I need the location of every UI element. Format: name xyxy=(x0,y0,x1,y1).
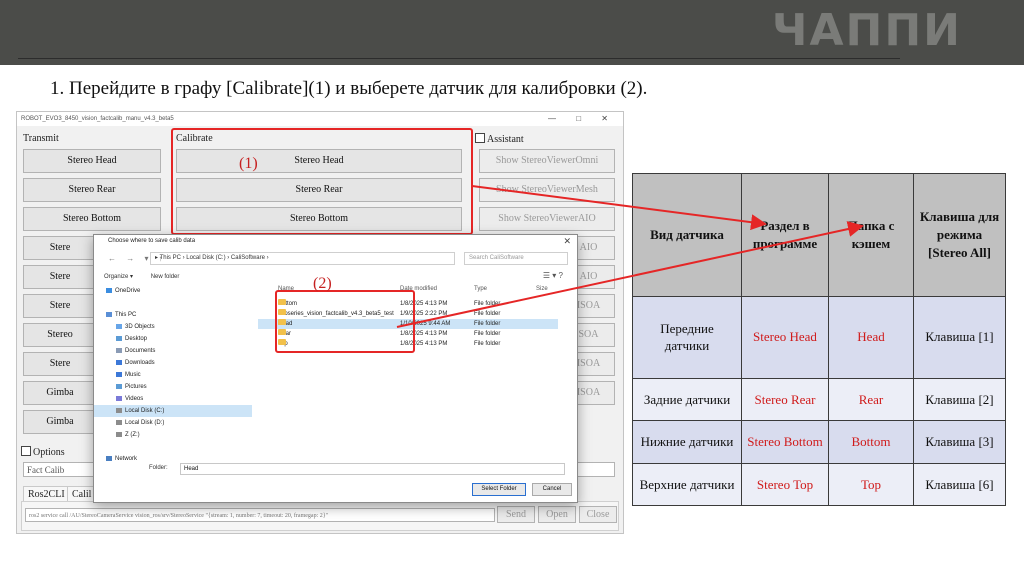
callout-arrows xyxy=(396,185,864,328)
arrow-to-cache-folder xyxy=(396,221,864,328)
arrow-to-program-section xyxy=(471,185,767,231)
